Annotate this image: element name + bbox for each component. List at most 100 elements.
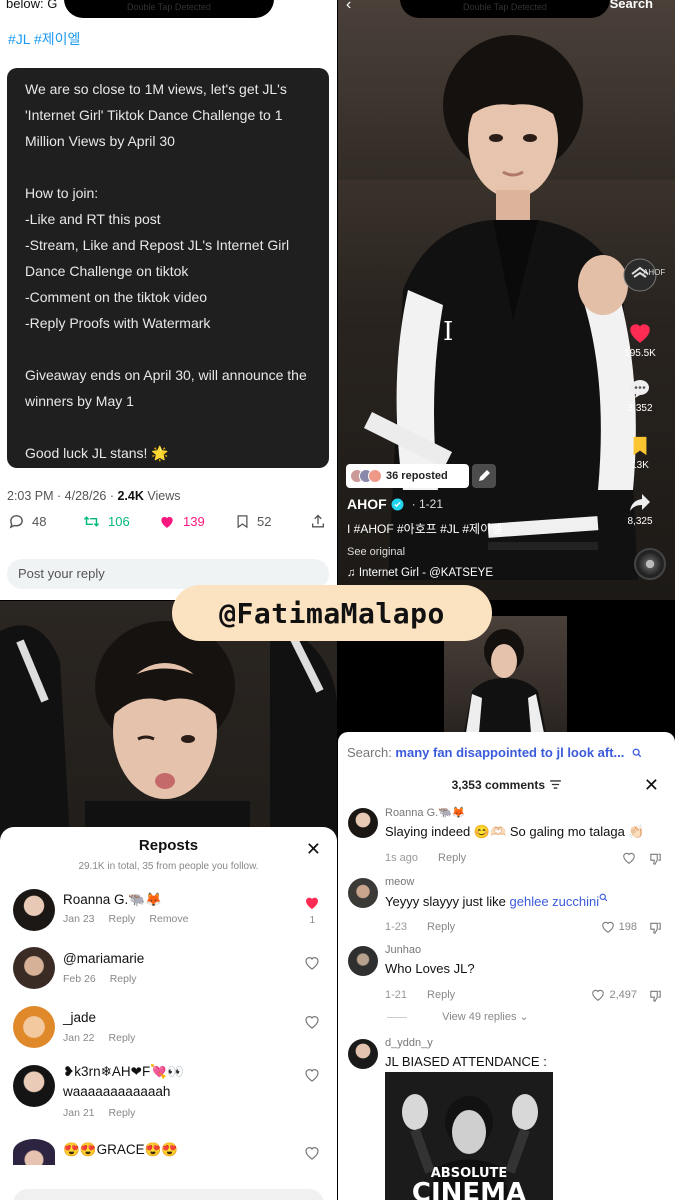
- tweet-actions: 48 106 139 52: [0, 513, 337, 539]
- video-comment-button[interactable]: 3,352: [605, 377, 675, 414]
- video-like-count: 195.5K: [624, 348, 656, 359]
- sort-icon[interactable]: [550, 780, 562, 789]
- svg-text:I: I: [443, 317, 453, 347]
- like-button[interactable]: 139: [158, 513, 205, 530]
- heart-icon[interactable]: [303, 895, 321, 911]
- avatar[interactable]: [348, 1039, 378, 1069]
- retweet-button[interactable]: 106: [82, 513, 130, 530]
- tweet-panel: below: G Double Tap Detected #JL #제이엘 We…: [0, 0, 337, 600]
- repost-user-name[interactable]: _jade: [63, 1010, 96, 1025]
- avatar[interactable]: [13, 1006, 55, 1048]
- reposts-sheet: Reposts 29.1K in total, 35 from people y…: [0, 827, 337, 1200]
- comment-text: Slaying indeed 😊🫶🏻 So galing mo talaga 👏…: [385, 824, 645, 839]
- like-count: 139: [183, 514, 205, 529]
- reply-link[interactable]: Reply: [427, 989, 455, 1001]
- comment-image[interactable]: ABSOLUTE CINEMA: [385, 1072, 553, 1200]
- reply-link[interactable]: Reply: [438, 852, 466, 864]
- dislike-icon[interactable]: [648, 852, 663, 866]
- video-save-button[interactable]: 13K: [605, 434, 675, 471]
- avatar[interactable]: [13, 947, 55, 989]
- music-disc-icon[interactable]: [634, 548, 666, 580]
- comment-user[interactable]: d_yddn_y: [385, 1037, 433, 1049]
- song-label[interactable]: ♫ Internet Girl - @KATSEYE: [347, 567, 493, 579]
- share-button[interactable]: [310, 513, 326, 530]
- repost-user-name[interactable]: @mariamarie: [63, 951, 144, 966]
- heart-outline-icon: [623, 852, 635, 864]
- repost-date: Jan 21: [63, 1107, 95, 1119]
- heart-outline-icon[interactable]: [303, 955, 321, 971]
- comment-user[interactable]: meow: [385, 876, 414, 888]
- bookmark-button[interactable]: 52: [235, 513, 271, 530]
- heart-outline-icon[interactable]: [303, 1014, 321, 1030]
- repost-meta: Jan 22 Reply: [63, 1032, 149, 1044]
- reply-count: 48: [32, 514, 47, 529]
- comment-like-button[interactable]: 198: [600, 920, 637, 934]
- view-replies-text: View 49 replies: [442, 1011, 517, 1023]
- repost-user-text: waaaaaaaaaaaah: [63, 1084, 171, 1099]
- caption-line-2: CINEMA: [411, 1178, 527, 1200]
- heart-outline-icon[interactable]: [303, 1145, 321, 1161]
- profile-badge[interactable]: AHOF: [605, 258, 675, 294]
- view-replies-link[interactable]: View 49 replies ⌄: [413, 1010, 529, 1023]
- search-button[interactable]: Search: [610, 0, 653, 11]
- remove-link[interactable]: Remove: [149, 913, 188, 925]
- reply-button[interactable]: 48: [8, 513, 46, 530]
- reply-link[interactable]: Reply: [427, 921, 455, 933]
- dislike-icon[interactable]: [648, 921, 663, 935]
- heart-icon: [630, 324, 650, 343]
- comment-search[interactable]: Search: many fan disappointed to jl look…: [347, 745, 642, 760]
- comment-meta: 1-23 Reply: [385, 921, 455, 933]
- close-icon[interactable]: ✕: [644, 775, 659, 796]
- comment-like-button[interactable]: [621, 851, 637, 865]
- comment-time: 1s ago: [385, 852, 419, 864]
- reposts-panel: Reposts 29.1K in total, 35 from people y…: [0, 601, 337, 1200]
- search-link[interactable]: gehlee zucchini: [510, 894, 600, 909]
- tweet-views-count: 2.4K: [117, 489, 144, 503]
- tweet-body: We are so close to 1M views, let's get J…: [7, 68, 329, 468]
- video-share-button[interactable]: 8,325: [605, 490, 675, 527]
- heart-outline-icon[interactable]: [303, 1067, 321, 1083]
- dynamic-island: Double Tap Detected: [400, 0, 610, 18]
- close-icon[interactable]: ✕: [306, 839, 321, 860]
- avatar[interactable]: [348, 878, 378, 908]
- repost-user-name[interactable]: Roanna G.🐃🦊: [63, 892, 162, 908]
- avatar[interactable]: [348, 946, 378, 976]
- retweet-icon: [83, 516, 100, 527]
- avatar[interactable]: [13, 1139, 55, 1165]
- comment-text: Who Loves JL?: [385, 961, 475, 976]
- search-prefix: Search:: [347, 745, 396, 760]
- comment-user[interactable]: Roanna G.🐃🦊: [385, 806, 466, 819]
- avatar[interactable]: [348, 808, 378, 838]
- comment-text-body: Yeyyy slayyy just like: [385, 894, 510, 909]
- comment-meta: 1-21 Reply: [385, 989, 455, 1001]
- back-arrow-icon[interactable]: ‹: [346, 0, 351, 14]
- heart-outline-icon: [592, 989, 605, 1001]
- share-icon: [312, 514, 324, 528]
- dislike-icon[interactable]: [648, 989, 663, 1003]
- sheet-input[interactable]: [13, 1189, 324, 1200]
- tweet-hashtags[interactable]: #JL #제이엘: [8, 29, 80, 49]
- search-query[interactable]: many fan disappointed to jl look aft...: [395, 745, 624, 760]
- watermark-label: @FatimaMalapo: [172, 585, 492, 641]
- reposted-badge[interactable]: 36 reposted: [346, 464, 469, 488]
- reply-link[interactable]: Reply: [109, 1032, 136, 1044]
- repost-user-name[interactable]: ❥k3rn❄AH❤F💘👀: [63, 1064, 184, 1080]
- reply-link[interactable]: Reply: [110, 973, 137, 985]
- repost-meta: Feb 26 Reply: [63, 973, 151, 985]
- video-like-button[interactable]: 195.5K: [605, 320, 675, 359]
- video-share-count: 8,325: [627, 516, 653, 527]
- comment-like-button[interactable]: 2,497: [590, 988, 637, 1002]
- tweet-meta: 2:03 PM · 4/28/26 · 2.4K Views: [7, 489, 180, 503]
- see-original-link[interactable]: See original: [347, 546, 405, 558]
- reply-link[interactable]: Reply: [109, 1107, 136, 1119]
- edit-button[interactable]: [472, 464, 496, 488]
- avatar[interactable]: [13, 1065, 55, 1107]
- video-author[interactable]: AHOF · 1-21: [347, 496, 443, 512]
- repost-user-name[interactable]: 😍😍GRACE😍😍: [63, 1142, 178, 1158]
- comment-user[interactable]: Junhao: [385, 944, 421, 956]
- reply-link[interactable]: Reply: [109, 913, 136, 925]
- search-icon: [599, 893, 608, 902]
- avatar[interactable]: [13, 889, 55, 931]
- sheet-title: Reposts: [138, 837, 199, 854]
- dancer-figure: I: [363, 35, 638, 580]
